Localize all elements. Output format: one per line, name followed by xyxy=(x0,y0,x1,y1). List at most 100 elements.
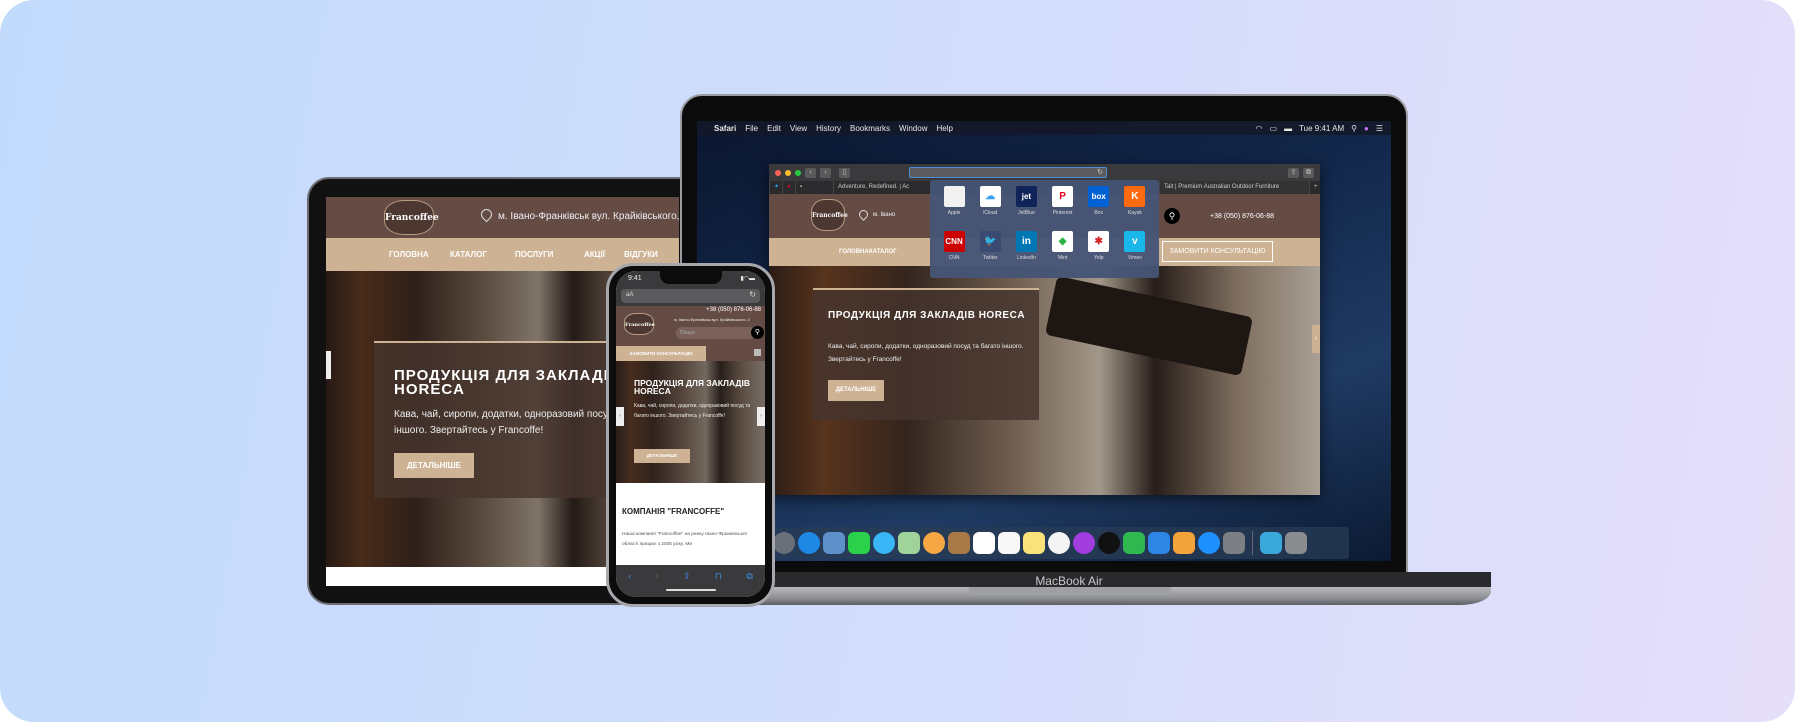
site-logo[interactable]: Francoffee xyxy=(811,199,848,231)
order-consultation-button[interactable]: ЗАМОВИТИ КОНСУЛЬТАЦІЮ xyxy=(616,346,706,361)
text-size-button[interactable]: aA xyxy=(626,292,633,298)
slider-prev-button[interactable] xyxy=(326,351,331,379)
site-phone[interactable]: +38 (050) 876-06-88 xyxy=(706,307,761,313)
pinned-tab-twitter[interactable]: ✦ xyxy=(769,181,781,194)
forward-button[interactable]: › xyxy=(820,167,831,178)
slider-prev-button[interactable]: ‹ xyxy=(616,407,624,426)
tabs-icon[interactable]: ⧉ xyxy=(746,571,752,582)
reload-icon[interactable]: ↻ xyxy=(749,290,756,299)
app-store-icon[interactable] xyxy=(1198,532,1220,554)
nav-item-home[interactable]: ГОЛОВНА xyxy=(389,250,429,259)
battery-icon[interactable]: ▬ xyxy=(1284,124,1292,133)
site-phone[interactable]: +38 (050) 876-06-88 xyxy=(1210,213,1274,220)
menu-file[interactable]: File xyxy=(745,124,758,133)
forward-button[interactable]: › xyxy=(656,571,659,581)
podcasts-icon[interactable] xyxy=(1073,532,1095,554)
siri-icon[interactable]: ● xyxy=(1364,124,1369,133)
menu-edit[interactable]: Edit xyxy=(767,124,781,133)
maps-icon[interactable] xyxy=(898,532,920,554)
reload-icon[interactable]: ↻ xyxy=(1097,168,1103,176)
favorite-vimeo[interactable]: v Vimeo xyxy=(1117,231,1153,276)
nav-item-services[interactable]: ПОСЛУГИ xyxy=(515,250,553,259)
contacts-icon[interactable] xyxy=(948,532,970,554)
pages-icon[interactable] xyxy=(1173,532,1195,554)
preview-icon[interactable] xyxy=(823,532,845,554)
menu-icon[interactable] xyxy=(754,349,761,356)
clock[interactable]: Tue 9:41 AM xyxy=(1299,124,1344,133)
zoom-window-button[interactable] xyxy=(795,169,801,176)
photos-icon[interactable] xyxy=(923,532,945,554)
launchpad-icon[interactable] xyxy=(773,532,795,554)
trash-icon[interactable] xyxy=(1285,532,1307,554)
slider-next-button[interactable]: › xyxy=(757,407,765,426)
favorite-linkedin[interactable]: in LinkedIn xyxy=(1008,231,1044,276)
airplay-icon[interactable]: ▭ xyxy=(1270,124,1278,133)
safari-icon[interactable] xyxy=(798,532,820,554)
bookmarks-icon[interactable]: ⊓ xyxy=(715,571,722,582)
wifi-icon[interactable]: ◠ xyxy=(1256,124,1263,133)
pinned-tab[interactable]: ▪ xyxy=(795,181,807,194)
nav-item-home[interactable]: ГОЛОВНА xyxy=(839,249,869,255)
back-button[interactable]: ‹ xyxy=(805,167,816,178)
menu-history[interactable]: History xyxy=(816,124,841,133)
search-button[interactable]: ⚲ xyxy=(1164,208,1180,224)
menu-safari[interactable]: Safari xyxy=(714,124,736,133)
site-logo[interactable]: Francoffee xyxy=(384,200,439,235)
hero-details-button[interactable]: ДЕТАЛЬНІШЕ xyxy=(634,449,690,463)
music-icon[interactable] xyxy=(1048,532,1070,554)
order-consultation-button[interactable]: ЗАМОВИТИ КОНСУЛЬТАЦІЮ xyxy=(1162,241,1273,262)
numbers-icon[interactable] xyxy=(1123,532,1145,554)
favorite-icloud[interactable]: ☁ iCloud xyxy=(972,186,1008,231)
sidebar-icon[interactable]: ▯ xyxy=(839,167,850,178)
notes-icon[interactable] xyxy=(1023,532,1045,554)
pinned-tab-pinterest[interactable]: ● xyxy=(782,181,794,194)
favorites-popover: Apple ☁ iCloud jet JetBlue P Pinterest box Box K K… xyxy=(930,180,1159,278)
favorite-pinterest[interactable]: P Pinterest xyxy=(1045,186,1081,231)
favorite-kayak[interactable]: K Kayak xyxy=(1117,186,1153,231)
close-window-button[interactable] xyxy=(775,169,781,176)
favorite-yelp[interactable]: ✱ Yelp xyxy=(1081,231,1117,276)
facetime-icon[interactable] xyxy=(848,532,870,554)
search-input[interactable]: Пошук xyxy=(676,327,756,339)
favorite-box[interactable]: box Box xyxy=(1081,186,1117,231)
slider-next-button[interactable]: › xyxy=(1312,325,1320,353)
hero-details-button[interactable]: ДЕТАЛЬНІШЕ xyxy=(394,453,474,478)
iphone-screen: 9:41 ▮◠▬ aA ↻ +38 (050) 876-06-88 Franco… xyxy=(616,271,765,597)
safari-toolbar: ‹ › ▯ ↻ ⇪ ⧉ xyxy=(769,164,1320,181)
nav-item-catalog[interactable]: КАТАЛОГ xyxy=(869,249,897,255)
nav-item-promotions[interactable]: АКЦІЇ xyxy=(584,250,605,259)
menu-view[interactable]: View xyxy=(790,124,807,133)
search-button[interactable]: ⚲ xyxy=(751,326,764,339)
tabs-overview-icon[interactable]: ⧉ xyxy=(1303,167,1314,178)
tv-icon[interactable] xyxy=(1098,532,1120,554)
favorite-cnn[interactable]: CNN CNN xyxy=(936,231,972,276)
share-icon[interactable]: ⇪ xyxy=(683,571,691,582)
system-preferences-icon[interactable] xyxy=(1223,532,1245,554)
menu-bookmarks[interactable]: Bookmarks xyxy=(850,124,890,133)
iphone-address-bar[interactable]: aA ↻ xyxy=(621,289,760,303)
hero-details-button[interactable]: ДЕТАЛЬНІШЕ xyxy=(828,380,884,401)
notification-center-icon[interactable]: ☰ xyxy=(1376,124,1383,133)
site-logo[interactable]: Francoffee xyxy=(624,313,655,335)
new-tab-button[interactable]: + xyxy=(1309,181,1320,194)
reminders-icon[interactable] xyxy=(998,532,1020,554)
favorite-twitter[interactable]: 🐦 Twitter xyxy=(972,231,1008,276)
favorite-apple[interactable]: Apple xyxy=(936,186,972,231)
tab-tait[interactable]: Tait | Premium Australian Outdoor Furnit… xyxy=(1159,181,1309,194)
hero-text: Кава, чай, сиропи, додатки, одноразовий … xyxy=(828,343,1024,363)
menu-help[interactable]: Help xyxy=(936,124,952,133)
menu-window[interactable]: Window xyxy=(899,124,927,133)
share-icon[interactable]: ⇪ xyxy=(1288,167,1299,178)
favorite-mint[interactable]: ◆ Mint xyxy=(1045,231,1081,276)
nav-item-catalog[interactable]: КАТАЛОГ xyxy=(450,250,487,259)
calendar-icon[interactable] xyxy=(973,532,995,554)
favorite-jetblue[interactable]: jet JetBlue xyxy=(1008,186,1044,231)
messages-icon[interactable] xyxy=(873,532,895,554)
address-bar[interactable]: ↻ xyxy=(909,167,1107,178)
spotlight-icon[interactable]: ⚲ xyxy=(1351,124,1357,133)
minimize-window-button[interactable] xyxy=(785,169,791,176)
nav-item-reviews[interactable]: ВІДГУКИ xyxy=(624,250,658,259)
downloads-folder-icon[interactable] xyxy=(1260,532,1282,554)
keynote-icon[interactable] xyxy=(1148,532,1170,554)
back-button[interactable]: ‹ xyxy=(628,571,631,581)
